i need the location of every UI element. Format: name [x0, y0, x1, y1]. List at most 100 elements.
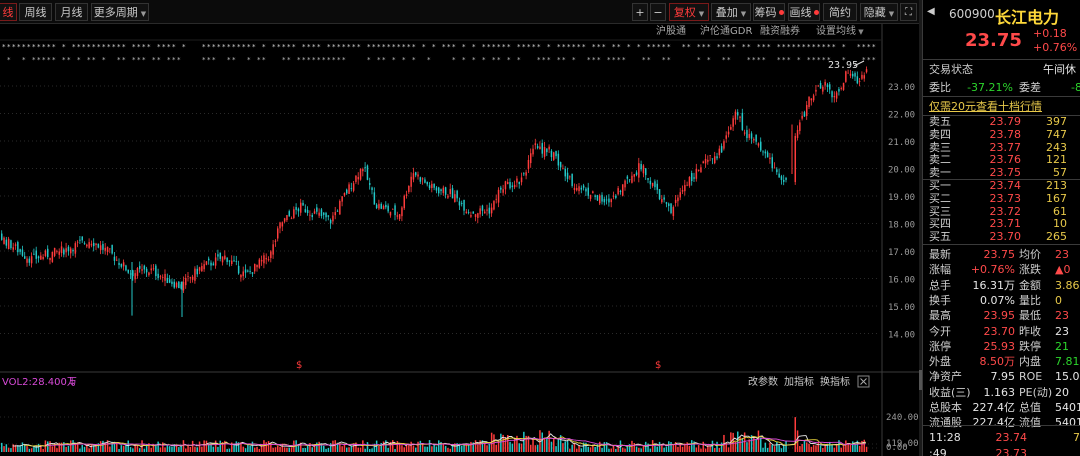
news-star-icon: * — [137, 56, 141, 64]
volume-bar — [672, 444, 675, 452]
volume-bar — [815, 445, 817, 452]
candle-body — [592, 191, 594, 194]
candle-body — [718, 148, 721, 156]
candle-body — [449, 189, 451, 195]
candle-body — [435, 187, 438, 191]
candle-body — [373, 192, 376, 205]
volume-bar — [578, 445, 580, 452]
candle-body — [150, 268, 152, 271]
volume-bar — [601, 447, 603, 452]
candle-body — [182, 281, 185, 291]
volume-bar — [42, 448, 44, 452]
price-axis: 23.00 22.00 21.00 20.00 19.00 18.00 17.00 16.00… — [886, 83, 919, 453]
volume-bar — [362, 440, 364, 452]
candle-body — [801, 115, 803, 119]
volume-bar — [486, 445, 488, 452]
candle-body — [387, 205, 389, 212]
volume-bar — [136, 445, 139, 452]
volume-bar — [649, 448, 652, 452]
news-star-icon: * — [252, 43, 256, 51]
candle-body — [755, 134, 757, 142]
volume-bar — [208, 444, 210, 452]
candle-body — [265, 258, 267, 260]
volume-bar — [808, 443, 810, 452]
level-label: 买五 — [929, 230, 951, 244]
switch-indicator-button[interactable]: 换指标 — [820, 375, 850, 388]
volume-bar — [309, 443, 311, 452]
volume-bar — [311, 447, 313, 452]
kline-chart[interactable]: * *** * *** ************ ** *** ***** *** * ******… — [0, 0, 920, 456]
candle-body — [362, 169, 364, 172]
candle-body — [143, 265, 146, 270]
candle-body — [444, 187, 447, 195]
candle-body — [587, 187, 589, 196]
volume-bar — [822, 447, 824, 452]
news-star-icon: * — [52, 43, 56, 51]
news-star-icon: * — [727, 43, 731, 51]
candle-body — [815, 89, 817, 92]
news-star-icon: * — [132, 56, 136, 64]
volume-bar — [654, 445, 656, 452]
volume-bar — [332, 440, 334, 452]
candle-body — [580, 187, 583, 190]
candle-body — [497, 189, 500, 203]
volume-bar — [47, 441, 49, 452]
candle-body — [665, 202, 668, 204]
stock-code: 600900 — [949, 7, 995, 21]
volume-bar — [189, 446, 192, 452]
collapse-left-icon[interactable]: ◀ — [927, 6, 935, 17]
candle-body — [95, 243, 97, 246]
news-star-icon: * — [247, 56, 251, 64]
volume-bar — [474, 440, 477, 452]
level2-link[interactable]: 仅需20元查看十档行情 — [929, 98, 1042, 114]
volume-bar — [196, 447, 198, 452]
news-star-icon: * — [122, 43, 126, 51]
volume-bar — [720, 442, 723, 452]
volume-bar — [251, 441, 254, 452]
volume-bar — [392, 440, 394, 452]
candle-body — [569, 176, 571, 178]
volume-bar — [773, 446, 776, 452]
candle-body — [364, 167, 366, 169]
candle-body — [743, 132, 746, 134]
volume-bar — [801, 443, 803, 452]
candle-body — [109, 248, 111, 250]
edit-params-button[interactable]: 改参数 — [748, 375, 778, 388]
candle-body — [297, 208, 300, 212]
news-star-icon: * — [372, 43, 376, 51]
candle-body — [21, 249, 24, 256]
volume-bar — [244, 448, 247, 452]
candle-body — [7, 238, 10, 250]
candle-body — [628, 179, 631, 181]
candle-body — [840, 88, 842, 89]
candle-body — [332, 215, 334, 222]
candle-body — [854, 73, 856, 77]
news-star-icon: * — [232, 43, 236, 51]
candle-body — [640, 164, 642, 170]
candle-body — [826, 84, 829, 88]
news-star-icon: * — [312, 56, 316, 64]
candle-body — [746, 130, 748, 139]
news-star-icon: * — [842, 43, 846, 51]
candle-body — [757, 143, 760, 146]
volume-bar — [803, 440, 806, 452]
candle-body — [28, 258, 31, 263]
candle-body — [102, 244, 104, 250]
candle-body — [164, 273, 166, 281]
news-star-icon: * — [262, 56, 266, 64]
news-star-icon: * — [732, 43, 736, 51]
candle-body — [727, 131, 730, 135]
candle-body — [279, 222, 281, 229]
volume-bar — [553, 438, 555, 452]
volume-bar — [520, 443, 523, 452]
candle-body — [258, 259, 261, 268]
news-star-icon: * — [272, 43, 276, 51]
add-indicator-button[interactable]: 加指标 — [784, 375, 814, 388]
candle-body — [438, 187, 440, 194]
news-star-icon: * — [597, 56, 601, 64]
news-star-icon: * — [7, 56, 11, 64]
news-star-icon: * — [182, 43, 186, 51]
volume-bar — [24, 445, 26, 452]
candle-body — [546, 148, 548, 153]
candle-body — [861, 74, 863, 79]
